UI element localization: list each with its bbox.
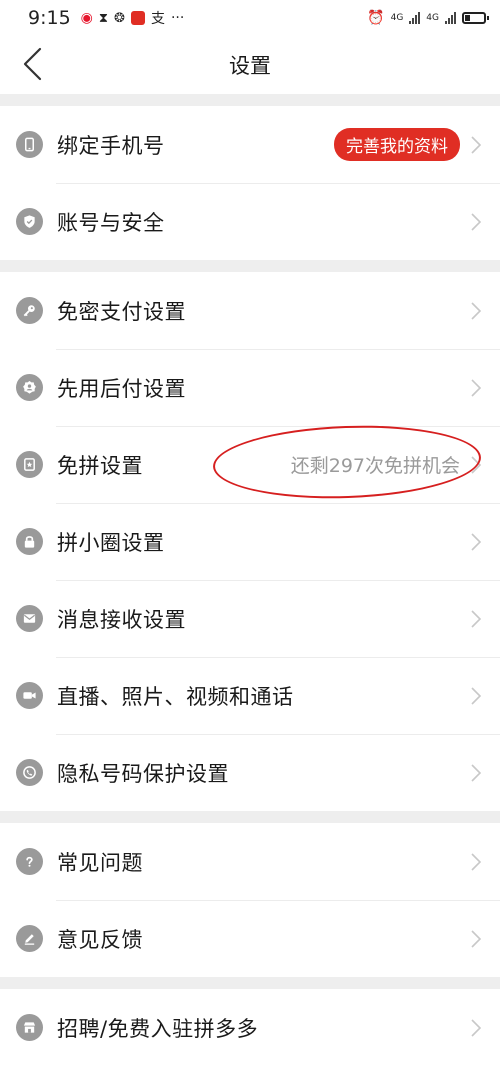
alipay-icon: 支	[150, 11, 165, 27]
row-recruit-join[interactable]: 招聘/免费入驻拼多多	[0, 989, 500, 1066]
row-right	[470, 686, 482, 706]
chevron-left-icon	[23, 47, 42, 81]
row-right	[470, 301, 482, 321]
row-free-group[interactable]: 免拼设置 还剩297次免拼机会	[0, 421, 500, 503]
status-notification-icons: ◉ ⧗ ❂ 支 ···	[81, 8, 185, 28]
complete-profile-badge[interactable]: 完善我的资料	[334, 128, 460, 161]
section-help: 常见问题 意见反馈	[0, 823, 500, 977]
row-right	[470, 212, 482, 232]
weibo-icon: ◉	[80, 10, 93, 26]
user-badge-icon	[16, 374, 43, 401]
mail-icon	[16, 605, 43, 632]
store-icon	[16, 1014, 43, 1041]
row-right	[470, 609, 482, 629]
row-right	[470, 763, 482, 783]
section-divider	[0, 260, 500, 272]
chevron-right-icon	[471, 852, 482, 871]
row-pay-later[interactable]: 先用后付设置	[0, 349, 500, 426]
chevron-right-icon	[471, 455, 482, 474]
section-business: 招聘/免费入驻拼多多	[0, 989, 500, 1066]
status-bar: 9:15 ◉ ⧗ ❂ 支 ··· ⏰ 4G 4G	[0, 0, 500, 36]
row-label: 免密支付设置	[57, 299, 186, 324]
back-button[interactable]	[12, 44, 52, 84]
row-right	[470, 852, 482, 872]
row-label: 消息接收设置	[57, 607, 186, 632]
chevron-right-icon	[471, 301, 482, 320]
row-circle-settings[interactable]: 拼小圈设置	[0, 503, 500, 580]
network-label-1: 4G	[390, 13, 404, 23]
row-right	[470, 532, 482, 552]
section-divider	[0, 94, 500, 106]
alarm-icon: ⏰	[367, 10, 385, 26]
row-label: 意见反馈	[57, 927, 143, 952]
row-account-security[interactable]: 账号与安全	[0, 183, 500, 260]
row-label: 招聘/免费入驻拼多多	[57, 1016, 259, 1041]
more-notifications-icon: ···	[170, 10, 185, 26]
status-time: 9:15	[28, 7, 71, 29]
phone-icon	[16, 131, 43, 158]
key-icon	[16, 297, 43, 324]
chevron-right-icon	[471, 378, 482, 397]
row-label: 直播、照片、视频和通话	[57, 684, 294, 709]
shield-icon	[16, 208, 43, 235]
row-right	[470, 1018, 482, 1038]
row-label: 隐私号码保护设置	[57, 761, 229, 786]
wechat-icon: ❂	[114, 10, 125, 26]
section-divider	[0, 811, 500, 823]
settings-page: 9:15 ◉ ⧗ ❂ 支 ··· ⏰ 4G 4G 设置 绑定手机号 完善我的资料…	[0, 0, 500, 1069]
row-label: 常见问题	[57, 850, 143, 875]
signal-icon-2	[445, 12, 456, 24]
row-bind-phone[interactable]: 绑定手机号 完善我的资料	[0, 106, 500, 183]
status-right: ⏰ 4G 4G	[367, 10, 489, 26]
chevron-right-icon	[471, 686, 482, 705]
row-label: 账号与安全	[57, 210, 165, 235]
page-title: 设置	[229, 54, 271, 78]
lock-icon	[16, 528, 43, 555]
chevron-right-icon	[471, 763, 482, 782]
header: 设置	[0, 36, 500, 94]
section-preferences: 免密支付设置 先用后付设置 免拼设置 还剩297次免拼机会 拼小圈设置 消息接收…	[0, 272, 500, 811]
row-faq[interactable]: 常见问题	[0, 823, 500, 900]
chevron-right-icon	[471, 1018, 482, 1037]
row-message-settings[interactable]: 消息接收设置	[0, 580, 500, 657]
section-divider	[0, 977, 500, 989]
chevron-right-icon	[471, 609, 482, 628]
row-label: 绑定手机号	[57, 133, 165, 158]
battery-icon	[462, 12, 489, 24]
signal-icon-1	[409, 12, 421, 24]
chevron-right-icon	[471, 929, 482, 948]
phone-call-icon	[16, 759, 43, 786]
row-privacy-number[interactable]: 隐私号码保护设置	[0, 734, 500, 811]
row-feedback[interactable]: 意见反馈	[0, 900, 500, 977]
video-icon	[16, 682, 43, 709]
free-group-remaining-text: 还剩297次免拼机会	[290, 455, 460, 477]
row-right: 完善我的资料	[334, 128, 482, 161]
row-right	[470, 378, 482, 398]
chevron-right-icon	[471, 532, 482, 551]
row-right: 还剩297次免拼机会	[291, 451, 482, 478]
row-right	[470, 929, 482, 949]
question-icon	[16, 848, 43, 875]
chevron-right-icon	[471, 212, 482, 231]
card-star-icon	[16, 451, 43, 478]
section-account: 绑定手机号 完善我的资料 账号与安全	[0, 106, 500, 260]
row-media-call-settings[interactable]: 直播、照片、视频和通话	[0, 657, 500, 734]
network-label-2: 4G	[426, 13, 439, 23]
edit-icon	[16, 925, 43, 952]
chevron-right-icon	[471, 135, 482, 154]
row-label: 先用后付设置	[57, 376, 186, 401]
hourglass-icon: ⧗	[98, 10, 109, 26]
battery-fill	[465, 15, 470, 21]
row-label: 拼小圈设置	[57, 530, 165, 555]
row-label: 免拼设置	[57, 453, 143, 478]
row-password-free-payment[interactable]: 免密支付设置	[0, 272, 500, 349]
pinduoduo-icon	[130, 11, 145, 25]
